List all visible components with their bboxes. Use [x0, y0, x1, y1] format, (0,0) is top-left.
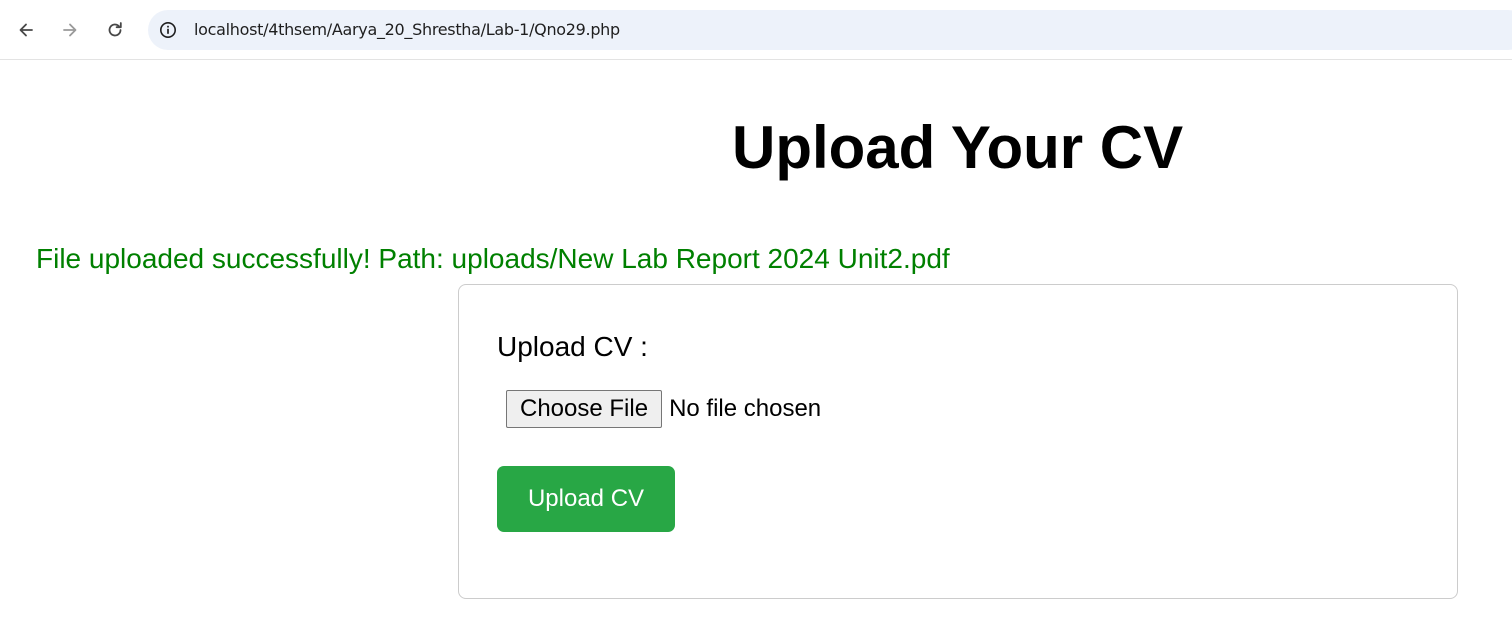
upload-form: Upload CV : Choose File No file chosen U… [458, 284, 1458, 599]
choose-file-button[interactable]: Choose File [506, 390, 663, 428]
forward-button[interactable] [54, 14, 86, 46]
file-input[interactable]: Choose File No file chosen [506, 390, 821, 428]
back-button[interactable] [10, 14, 42, 46]
file-status-text: No file chosen [669, 395, 822, 422]
browser-toolbar: localhost/4thsem/Aarya_20_Shrestha/Lab-1… [0, 0, 1512, 60]
info-circle-icon [160, 22, 176, 38]
arrow-left-icon [19, 23, 33, 37]
site-info-button[interactable] [158, 20, 178, 40]
address-bar[interactable]: localhost/4thsem/Aarya_20_Shrestha/Lab-1… [148, 10, 1512, 50]
upload-cv-label: Upload CV : [497, 331, 648, 362]
upload-cv-button[interactable]: Upload CV [497, 466, 675, 532]
reload-icon [108, 22, 122, 37]
page-title: Upload Your CV [732, 114, 1184, 181]
upload-success-message: File uploaded successfully! Path: upload… [36, 243, 950, 274]
arrow-right-icon [63, 23, 77, 37]
reload-button[interactable] [99, 14, 131, 46]
url-text[interactable]: localhost/4thsem/Aarya_20_Shrestha/Lab-1… [194, 20, 620, 40]
